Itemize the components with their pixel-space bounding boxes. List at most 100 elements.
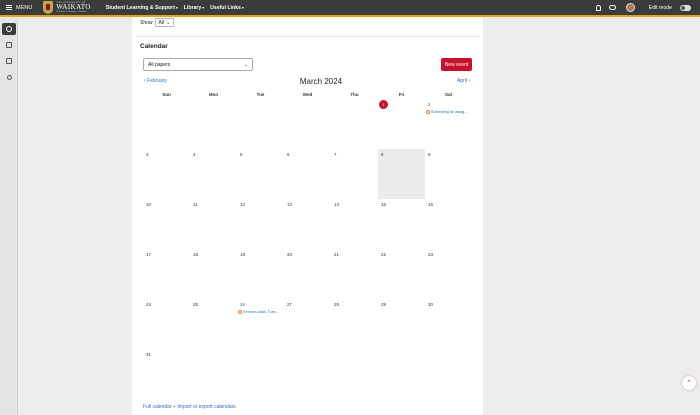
event-dot-icon [426,110,430,114]
calendar-week-row: 3 4 5 6 7 8 9 [143,149,473,199]
previous-month-link[interactable]: ‹ February [144,78,167,84]
calendar-day-cell[interactable]: 20 [284,249,331,299]
calendar-day-cell[interactable]: 8 [378,149,425,199]
calendar-day-cell[interactable]: 11 [190,199,237,249]
menu-button[interactable]: MENU [6,0,32,16]
weekday-label: Mon [208,92,219,97]
calendar-day-cell[interactable]: 18 [190,249,237,299]
calendar-day-cell[interactable]: 16 [425,199,472,249]
calendar-day-cell[interactable]: 19 [237,249,284,299]
nav-library[interactable]: Library ▾ [184,5,204,11]
search-icon [6,74,12,80]
logo-text: THE UNIVERSITY OF WAIKATO Te Whare Wānan… [56,1,91,14]
rail-library[interactable] [2,55,16,67]
calendar-day-cell[interactable]: 1 [378,99,425,149]
calendar-day-cell[interactable]: 17 [143,249,190,299]
back-to-top-button[interactable]: ⌃ [682,376,696,390]
calendar-day-cell[interactable]: 2 Submitting an assig... [425,99,472,149]
calendar-day-cell[interactable]: 9 [425,149,472,199]
nav-useful-links[interactable]: Useful Links ▾ [210,5,244,11]
calendar-day-cell[interactable]: 30 [425,299,472,349]
new-event-button[interactable]: New event [441,58,472,71]
day-number: 10 [146,202,152,207]
day-number: 24 [146,302,152,307]
today-day-number: 1 [379,100,388,109]
day-number: 16 [428,202,434,207]
day-number: 17 [146,252,152,257]
chevron-down-icon: ▾ [175,5,178,10]
day-number: 30 [428,302,434,307]
calendar-day-cell[interactable]: 25 [190,299,237,349]
courses-icon [6,42,12,48]
calendar-day-cell[interactable]: 13 [284,199,331,249]
calendar-day-cell [378,349,425,399]
user-avatar[interactable] [625,3,635,12]
day-number[interactable]: 2 [428,102,431,107]
calendar-day-cell [237,349,284,399]
next-month-link[interactable]: April › [457,78,470,84]
calendar-day-cell[interactable]: 15 [378,199,425,249]
calendar-footer-links: Full calendar • Import or export calenda… [143,404,236,410]
import-export-link[interactable]: Import or export calendars [177,404,235,410]
nav-link-label: Useful Links [210,4,241,11]
calendar-day-cell[interactable]: 6 [284,149,331,199]
nav-link-label: Library [183,4,202,11]
day-number: 22 [381,252,387,257]
calendar-event[interactable]: Emma's class Tues... [238,310,279,314]
calendar-day-cell[interactable]: 31 [143,349,190,399]
event-title: Emma's class Tues... [243,310,279,314]
calendar-day-cell[interactable]: 10 [143,199,190,249]
calendar-day-cell[interactable]: 12 [237,199,284,249]
logo-motto-text: Te Whare Wānanga o Waikato [56,10,87,13]
calendar-day-cell[interactable]: 5 [237,149,284,199]
calendar-day-cell[interactable]: 22 [378,249,425,299]
papers-select-value: All papers [148,61,171,68]
calendar-day-cell[interactable]: 27 [284,299,331,349]
edit-mode-toggle[interactable] [680,4,691,11]
calendar-day-cell[interactable]: 7 [331,149,378,199]
weekday-label: Wed [302,92,313,97]
day-number[interactable]: 26 [240,302,245,307]
weekday-label: Sat [444,92,452,97]
show-select-value: All [158,19,165,26]
calendar-week-row: 24 25 26 Emma's class Tues... 27 28 29 30 [143,299,473,349]
calendar-day-cell[interactable]: 3 [143,149,190,199]
chevron-down-icon: ⌄ [243,61,248,68]
calendar-day-cell [143,99,190,149]
calendar-day-cell[interactable]: 28 [331,299,378,349]
day-number: 28 [334,302,340,307]
event-dot-icon [238,310,242,314]
calendar-day-cell [331,99,378,149]
calendar-day-cell[interactable]: 4 [190,149,237,199]
rail-courses[interactable] [2,39,16,51]
day-number: 20 [287,252,293,257]
full-calendar-link[interactable]: Full calendar [143,404,172,410]
calendar-day-cell[interactable]: 26 Emma's class Tues... [237,299,284,349]
rail-search[interactable] [2,71,16,83]
calendar-day-cell [284,349,331,399]
show-select[interactable]: All ⌄ [154,18,175,27]
nav-student-learning[interactable]: Student Learning & Support ▾ [106,5,178,11]
show-label: Show [140,19,153,26]
calendar-grid: Sun Mon Tue Wed Thu Fri Sat 1 2 Submitting an as… [143,90,473,399]
notifications-bell-icon[interactable] [595,4,601,11]
calendar-event[interactable]: Submitting an assig... [426,110,467,114]
university-logo[interactable]: THE UNIVERSITY OF WAIKATO Te Whare Wānan… [43,1,91,14]
calendar-day-cell[interactable]: 29 [378,299,425,349]
day-number: 11 [193,202,198,207]
rail-dashboard[interactable] [2,23,16,35]
messages-icon[interactable] [608,5,616,10]
chevron-down-icon: ▾ [241,5,244,10]
calendar-day-cell[interactable]: 24 [143,299,190,349]
day-number: 7 [334,152,337,157]
calendar-day-cell[interactable]: 21 [331,249,378,299]
calendar-day-cell[interactable]: 23 [425,249,472,299]
calendar-week-row: 31 [143,349,473,399]
calendar-day-cell[interactable]: 14 [331,199,378,249]
papers-select[interactable]: All papers ⌄ [143,58,253,71]
edit-mode-label: Edit mode [648,4,672,11]
day-number: 23 [428,252,434,257]
day-number: 4 [193,152,196,157]
chevron-down-icon: ⌄ [166,19,171,26]
day-number: 5 [240,152,243,157]
